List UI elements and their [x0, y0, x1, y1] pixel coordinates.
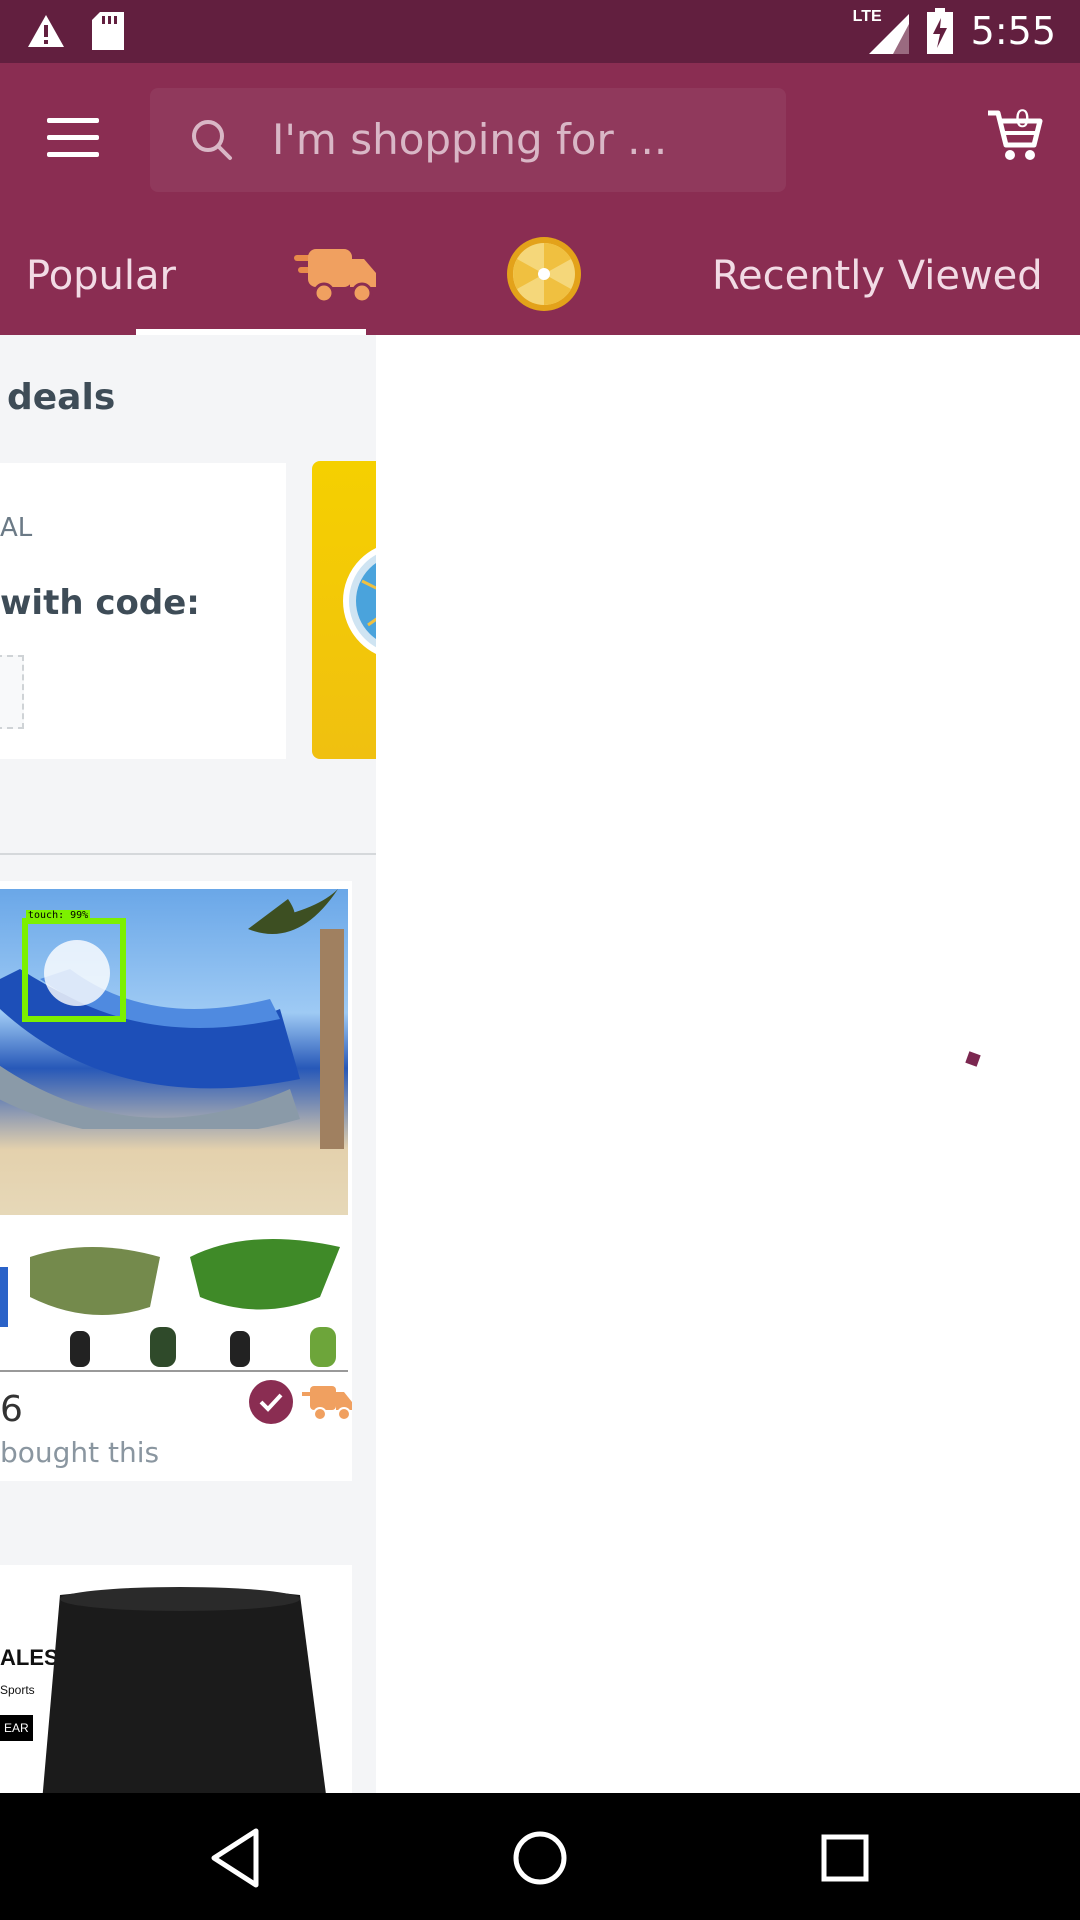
bought-count: bought this	[0, 1436, 160, 1469]
shorts-image	[42, 1587, 326, 1793]
product-card-shorts[interactable]: ALES Sports EAR	[0, 1565, 352, 1793]
loading-dot	[965, 1051, 981, 1067]
product-price: 6	[0, 1389, 23, 1430]
clock-icon	[343, 548, 376, 654]
verified-check-icon	[249, 1380, 293, 1424]
coupon-code-box[interactable]	[0, 655, 24, 729]
battery-charging-icon	[926, 8, 953, 54]
back-icon[interactable]	[200, 1823, 270, 1893]
product-badges	[248, 1379, 354, 1425]
search-icon	[192, 120, 232, 160]
recents-icon[interactable]	[810, 1823, 880, 1893]
status-time: 5:55	[970, 9, 1056, 53]
delivery-truck-icon	[302, 1386, 352, 1421]
cart-icon[interactable]	[984, 103, 1044, 163]
tab-popular[interactable]: Popular	[26, 253, 176, 299]
shorts-sports-text: Sports	[0, 1683, 35, 1697]
warning-icon	[28, 15, 64, 47]
tab-recently-viewed[interactable]: Recently Viewed	[712, 253, 1043, 299]
menu-button[interactable]	[47, 118, 99, 158]
deal-label: AL	[0, 513, 33, 543]
system-nav-bar	[0, 1793, 1080, 1920]
product-thumbnails	[0, 1227, 348, 1373]
fast-delivery-truck-icon[interactable]	[292, 243, 378, 307]
divider	[0, 853, 376, 855]
tab-bar: Popular Recently Viewed	[0, 223, 1080, 335]
deal-card[interactable]: AL with code:	[0, 463, 286, 759]
home-icon[interactable]	[505, 1823, 575, 1893]
gold-wheel-icon[interactable]	[505, 235, 583, 313]
search-input[interactable]: I'm shopping for ...	[272, 88, 667, 192]
signal-icon: LTE	[853, 8, 909, 54]
app-bar: I'm shopping for ... 0 Popular Recently …	[0, 63, 1080, 335]
promo-card[interactable]	[312, 461, 376, 759]
touch-detection-label: touch: 99%	[26, 910, 91, 922]
menu-icon	[47, 118, 99, 123]
search-bar[interactable]: I'm shopping for ...	[150, 88, 786, 192]
deal-code-text: with code:	[0, 583, 200, 623]
deals-panel: deals AL with code: 6 bought this ALES S…	[0, 335, 376, 1793]
touch-detection-box	[22, 918, 126, 1022]
section-title: deals	[7, 377, 116, 418]
sd-card-icon	[92, 12, 124, 50]
status-bar: LTE 5:55	[0, 0, 1080, 63]
shorts-wear-text: EAR	[0, 1715, 33, 1741]
